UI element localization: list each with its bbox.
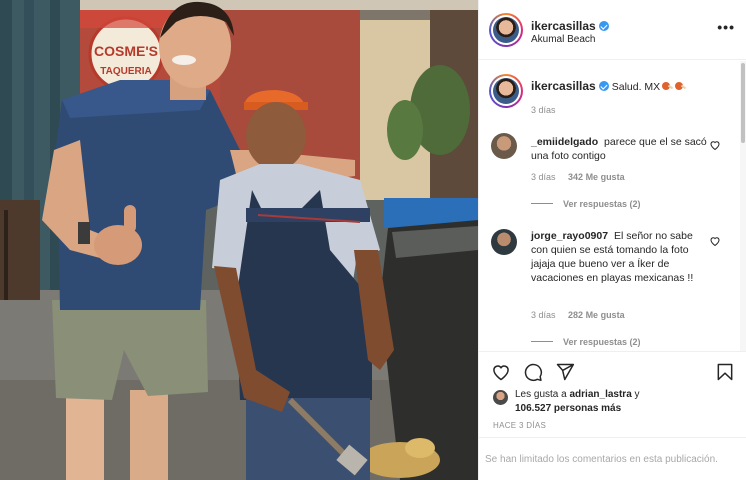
author-avatar[interactable] xyxy=(489,13,523,47)
likes-line1: Les gusta a adrian_lastra y xyxy=(515,388,640,401)
view-replies[interactable]: Ver respuestas (2) xyxy=(531,199,641,209)
comment: _emiidelgado parece que el se sacó una f… xyxy=(531,135,711,163)
post-location[interactable]: Akumal Beach xyxy=(531,34,595,45)
bookmark-icon[interactable] xyxy=(715,362,735,382)
caption-username[interactable]: ikercasillas xyxy=(531,79,596,93)
caption-author-avatar[interactable] xyxy=(489,74,523,108)
likes-connector: y xyxy=(634,389,640,400)
likes-count[interactable]: 106.527 personas más xyxy=(515,403,621,414)
action-bar xyxy=(479,351,746,391)
view-replies-label[interactable]: Ver respuestas (2) xyxy=(563,337,641,347)
author-username-row: ikercasillas xyxy=(531,17,609,35)
comment-heart-icon[interactable] xyxy=(709,139,721,151)
view-replies-label[interactable]: Ver respuestas (2) xyxy=(563,199,641,209)
likes-prefix: Les gusta a xyxy=(515,389,567,400)
comment-time[interactable]: 3 días xyxy=(531,172,556,182)
comment-avatar[interactable] xyxy=(491,133,517,159)
caption-text: Salud. MX xyxy=(611,81,661,93)
scrollbar-thumb[interactable] xyxy=(741,63,745,143)
comment-heart-icon[interactable] xyxy=(709,235,721,247)
comment-likes[interactable]: 342 Me gusta xyxy=(568,172,625,182)
comment-meta: 3 días 282 Me gusta xyxy=(531,310,625,320)
view-replies[interactable]: Ver respuestas (2) xyxy=(531,337,641,347)
comment-avatar[interactable] xyxy=(491,229,517,255)
sign-line2: TAQUERIA xyxy=(100,66,151,77)
author-username[interactable]: ikercasillas xyxy=(531,19,596,33)
sign-line1: COSME'S xyxy=(94,43,158,59)
comment-time[interactable]: 3 días xyxy=(531,310,556,320)
drumstick-emoji-icon xyxy=(675,82,686,91)
comment: jorge_rayo0907 El señor no sabe con quie… xyxy=(531,229,711,285)
post-header: ikercasillas Akumal Beach ••• xyxy=(479,0,746,60)
comment-username[interactable]: jorge_rayo0907 xyxy=(531,230,608,242)
comments-scrollbar[interactable] xyxy=(740,61,746,351)
verified-badge-icon xyxy=(598,21,609,31)
comment-icon[interactable] xyxy=(523,362,543,382)
comment-meta: 3 días 342 Me gusta xyxy=(531,172,625,182)
post-date[interactable]: HACE 3 DÍAS xyxy=(493,421,546,430)
comments-limited-text: Se han limitado los comentarios en esta … xyxy=(485,454,718,465)
post-photo[interactable]: COSME'S TAQUERIA xyxy=(0,0,478,480)
drumstick-emoji-icon xyxy=(662,82,673,91)
caption-time[interactable]: 3 días xyxy=(531,105,556,115)
heart-icon[interactable] xyxy=(491,362,511,382)
comments-list[interactable]: ikercasillas Salud. MX 3 días _emiidelgad… xyxy=(479,61,746,351)
more-icon[interactable]: ••• xyxy=(717,20,735,34)
liker-avatar[interactable] xyxy=(493,390,508,405)
likes-line2: 106.527 personas más xyxy=(515,402,621,415)
post-sidebar: ikercasillas Akumal Beach ••• ikercasill… xyxy=(478,0,746,480)
share-icon[interactable] xyxy=(555,362,575,382)
comments-limited-notice: Se han limitado los comentarios en esta … xyxy=(479,437,746,480)
liker-username[interactable]: adrian_lastra xyxy=(570,389,632,400)
caption: ikercasillas Salud. MX xyxy=(531,79,686,93)
comment-username[interactable]: _emiidelgado xyxy=(531,136,598,148)
post-image: COSME'S TAQUERIA xyxy=(0,0,478,480)
comment-likes[interactable]: 282 Me gusta xyxy=(568,310,625,320)
verified-badge-icon xyxy=(598,81,609,91)
